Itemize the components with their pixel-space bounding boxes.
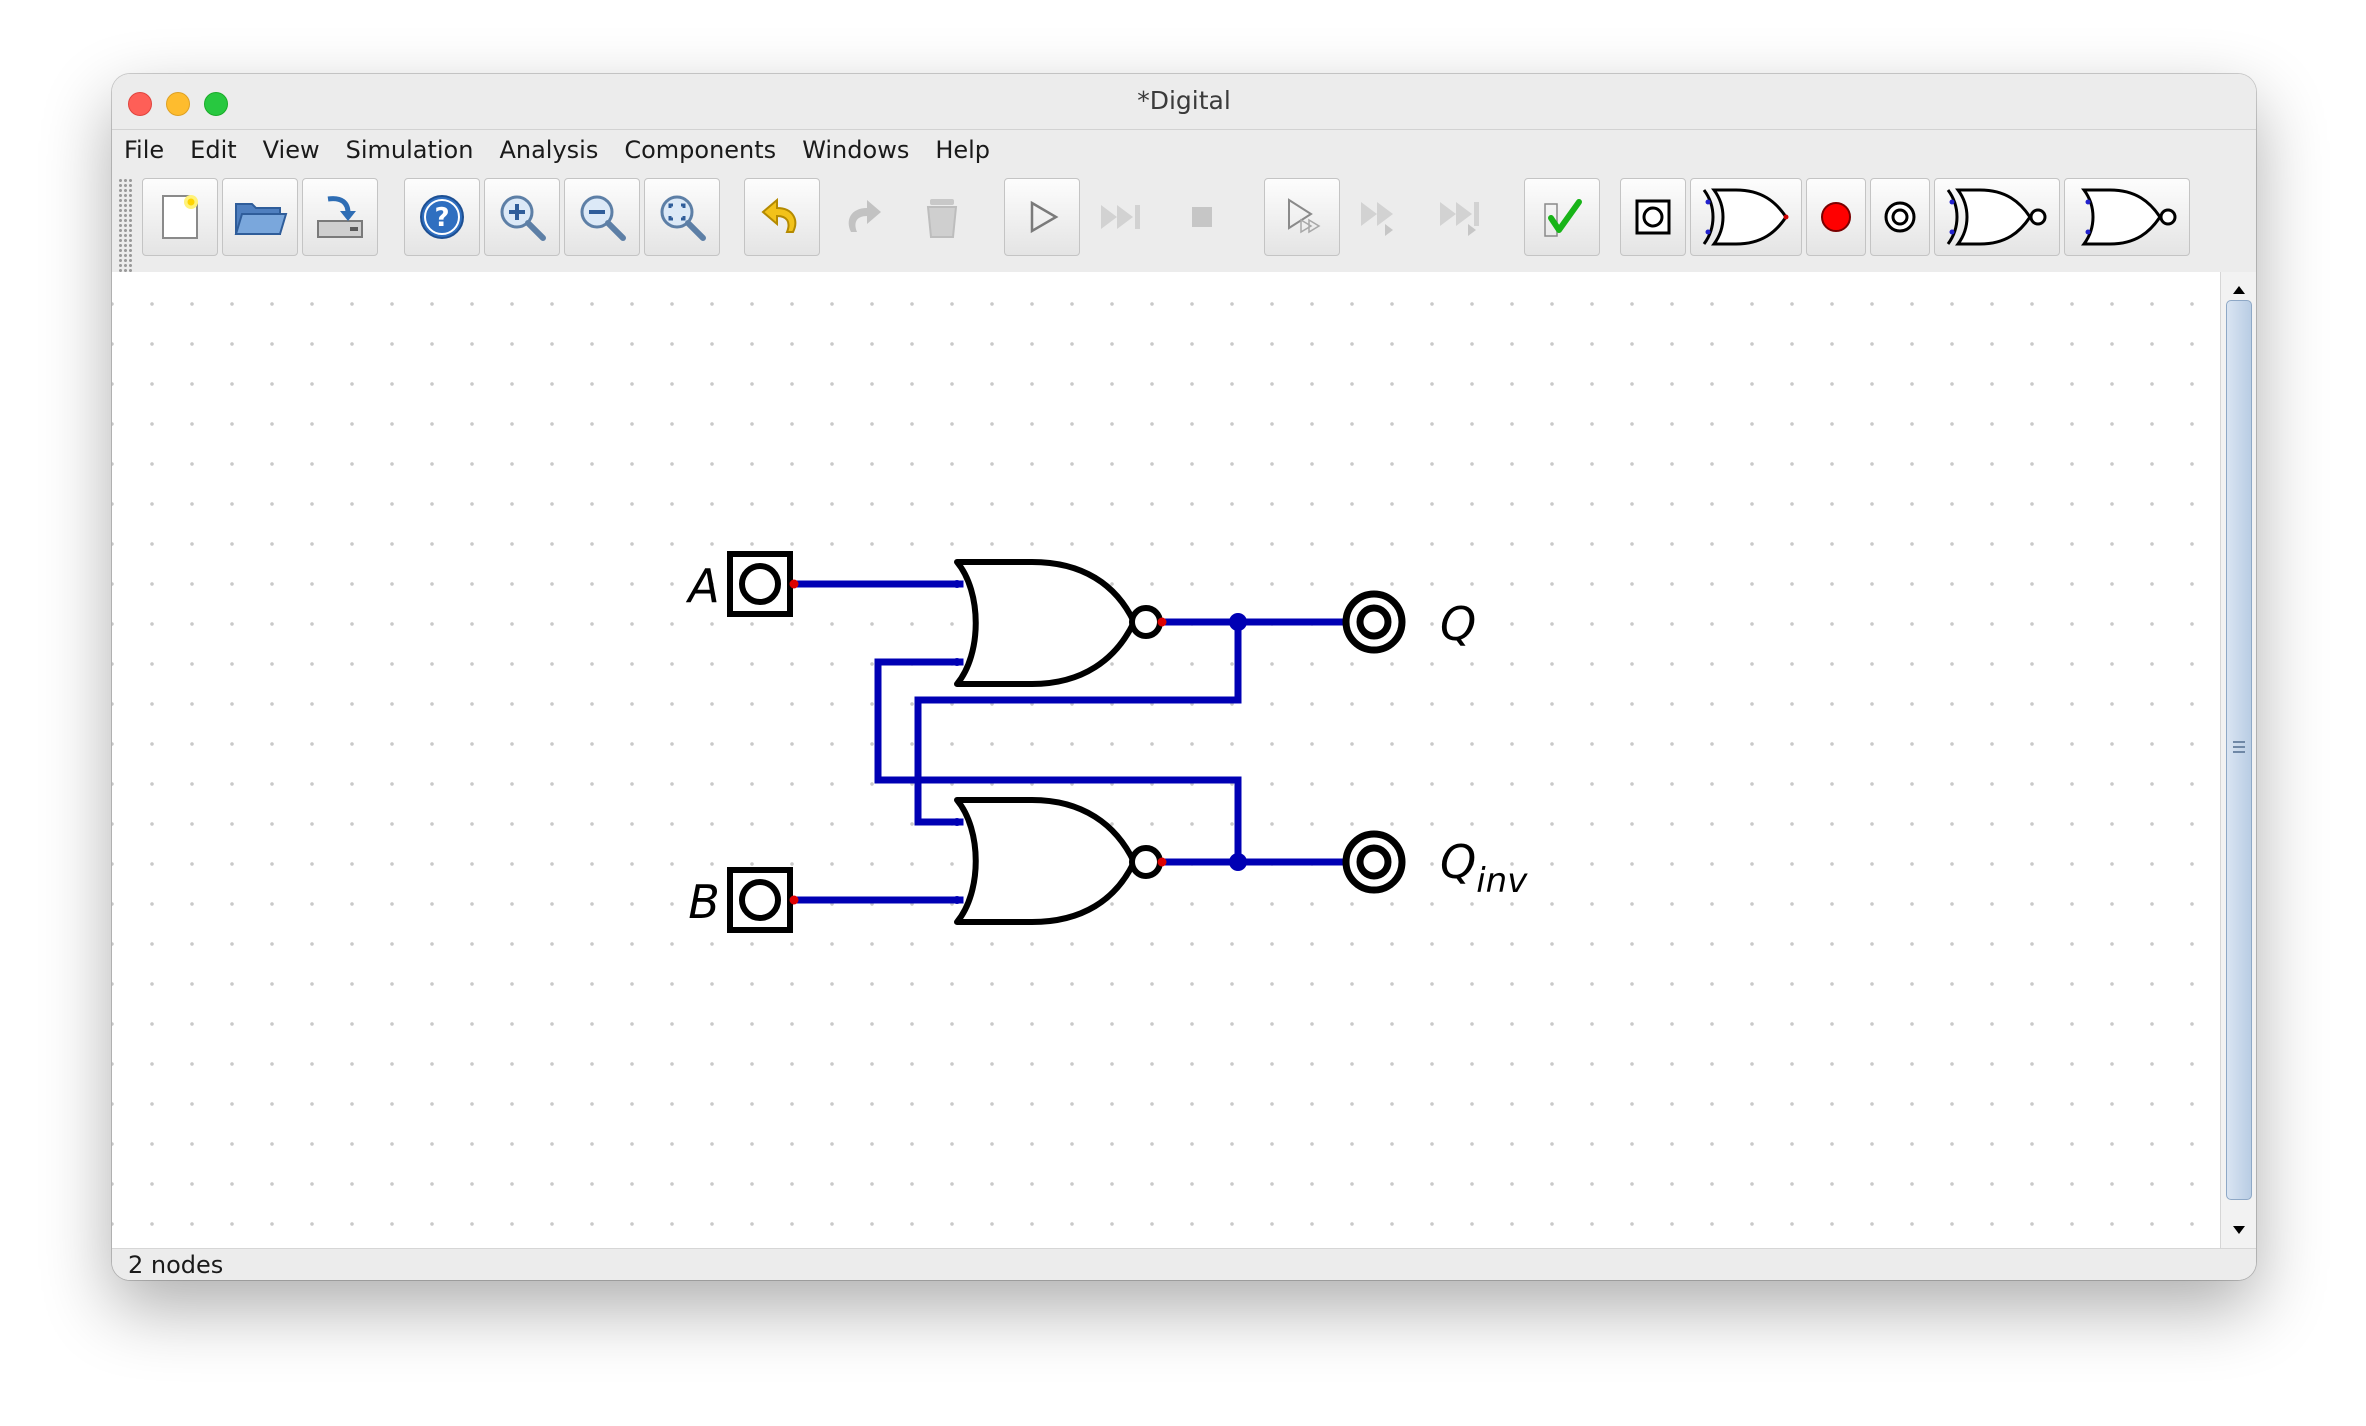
pin-nor2-in2 bbox=[953, 896, 961, 904]
new-file-button[interactable] bbox=[142, 178, 218, 256]
delete-icon bbox=[926, 199, 958, 238]
scroll-down-icon bbox=[2233, 1226, 2245, 1234]
xor-gate-icon bbox=[1702, 188, 1789, 246]
output-component-icon bbox=[1884, 201, 1916, 233]
new-file-icon bbox=[162, 195, 198, 239]
scroll-thumb[interactable] bbox=[2226, 300, 2252, 1200]
fast-forward-icon bbox=[1101, 205, 1140, 229]
vertical-scrollbar[interactable] bbox=[2220, 272, 2256, 1248]
window-title: *Digital bbox=[1137, 86, 1231, 115]
micro-step-icon bbox=[1288, 198, 1321, 234]
play-icon bbox=[1030, 200, 1059, 234]
output-component-button[interactable] bbox=[1870, 178, 1930, 256]
nor-gate-button[interactable] bbox=[2064, 178, 2190, 256]
help-icon: ? bbox=[420, 195, 464, 239]
output-q[interactable]: Q bbox=[1342, 590, 1476, 654]
open-folder-icon bbox=[234, 203, 288, 235]
menu-analysis[interactable]: Analysis bbox=[499, 136, 598, 164]
test-check-icon bbox=[1544, 199, 1582, 237]
nor-gate-2[interactable] bbox=[954, 797, 1167, 925]
menu-help[interactable]: Help bbox=[935, 136, 990, 164]
zoom-fit-icon bbox=[660, 195, 706, 241]
scroll-up-icon bbox=[2233, 286, 2245, 294]
input-b[interactable]: B bbox=[688, 867, 799, 933]
zoom-fit-button[interactable] bbox=[644, 178, 720, 256]
nor-gate-icon bbox=[2081, 188, 2177, 246]
open-button[interactable] bbox=[222, 178, 298, 256]
status-text: 2 nodes bbox=[128, 1251, 224, 1279]
input-b-label: B bbox=[688, 875, 720, 929]
scroll-thumb-grip bbox=[2233, 741, 2245, 753]
led-component-button[interactable] bbox=[1806, 178, 1866, 256]
circuit-diagram: A B Q Qinv bbox=[685, 551, 1528, 933]
undo-icon bbox=[761, 197, 797, 233]
step-icon bbox=[1361, 202, 1393, 236]
run-to-break-button[interactable] bbox=[1424, 178, 1500, 256]
status-bar: 2 nodes bbox=[112, 1248, 2256, 1280]
input-a-label: A bbox=[685, 559, 719, 613]
input-a[interactable]: A bbox=[685, 551, 799, 617]
menu-bar: File Edit View Simulation Analysis Compo… bbox=[112, 130, 2256, 170]
output-qinv-label-sub: inv bbox=[1476, 861, 1528, 901]
stop-icon bbox=[1192, 207, 1212, 227]
output-qinv-label-base: Q bbox=[1440, 835, 1476, 889]
pin-nor1-in1 bbox=[953, 580, 961, 588]
menu-windows[interactable]: Windows bbox=[802, 136, 909, 164]
step-button[interactable] bbox=[1344, 178, 1420, 256]
scroll-down-button[interactable] bbox=[2227, 1218, 2251, 1242]
help-button[interactable]: ? bbox=[404, 178, 480, 256]
output-qinv-label: Qinv bbox=[1440, 835, 1528, 901]
xnor-gate-icon bbox=[1946, 188, 2047, 246]
output-q-label: Q bbox=[1440, 597, 1476, 651]
xnor-gate-button[interactable] bbox=[1934, 178, 2060, 256]
nor-gate-1[interactable] bbox=[954, 559, 1167, 687]
menu-edit[interactable]: Edit bbox=[190, 136, 236, 164]
junction-qinv bbox=[1229, 853, 1247, 871]
stop-simulation-button[interactable] bbox=[1164, 178, 1240, 256]
redo-icon bbox=[848, 200, 881, 232]
input-component-icon bbox=[1635, 199, 1671, 235]
scroll-up-button[interactable] bbox=[2227, 278, 2251, 302]
menu-components[interactable]: Components bbox=[624, 136, 776, 164]
save-icon bbox=[317, 196, 363, 238]
fast-run-button[interactable] bbox=[1084, 178, 1160, 256]
menu-file[interactable]: File bbox=[124, 136, 164, 164]
undo-button[interactable] bbox=[744, 178, 820, 256]
svg-text:?: ? bbox=[434, 203, 449, 233]
pin-nor1-in2 bbox=[953, 658, 961, 666]
title-bar: *Digital bbox=[112, 74, 2256, 130]
menu-view[interactable]: View bbox=[263, 136, 320, 164]
run-tests-button[interactable] bbox=[1524, 178, 1600, 256]
xor-gate-button[interactable] bbox=[1690, 178, 1802, 256]
output-qinv[interactable]: Qinv bbox=[1342, 830, 1528, 901]
zoom-out-icon bbox=[580, 195, 626, 241]
zoom-in-button[interactable] bbox=[484, 178, 560, 256]
circuit-canvas[interactable]: A B Q Qinv bbox=[112, 272, 2220, 1248]
junction-q bbox=[1229, 613, 1247, 631]
start-simulation-button[interactable] bbox=[1004, 178, 1080, 256]
input-component-button[interactable] bbox=[1620, 178, 1686, 256]
pin-nor2-in1 bbox=[953, 818, 961, 826]
app-window: *Digital File Edit View Simulation Analy… bbox=[112, 74, 2256, 1280]
zoom-out-button[interactable] bbox=[564, 178, 640, 256]
micro-step-button[interactable] bbox=[1264, 178, 1340, 256]
delete-button[interactable] bbox=[904, 178, 980, 256]
redo-button[interactable] bbox=[824, 178, 900, 256]
run-to-break-icon bbox=[1440, 202, 1479, 236]
save-button[interactable] bbox=[302, 178, 378, 256]
led-icon bbox=[1821, 202, 1851, 232]
menu-simulation[interactable]: Simulation bbox=[346, 136, 474, 164]
zoom-in-icon bbox=[500, 195, 546, 241]
